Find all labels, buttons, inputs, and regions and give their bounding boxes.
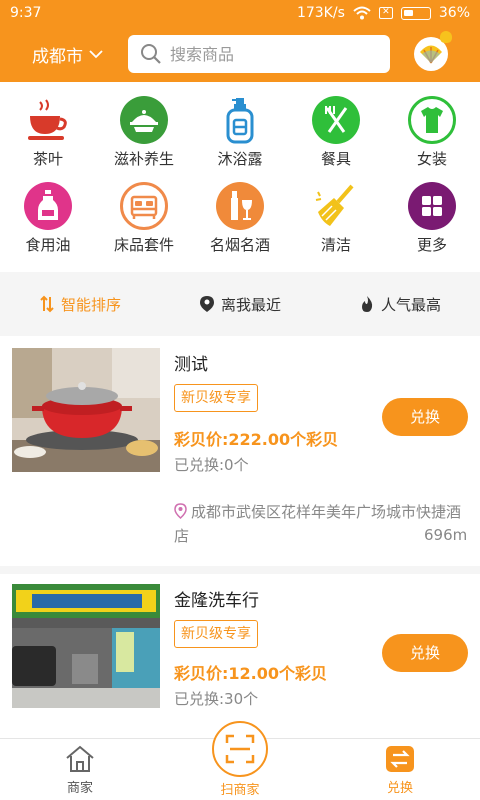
category-label: 清洁 [320,236,351,254]
category-more[interactable]: 更多 [384,182,480,255]
member-tag: 新贝级专享 [174,384,258,412]
sort-icon [40,295,54,313]
category-tobacco-liquor[interactable]: 名烟名酒 [192,182,288,255]
sort-popular[interactable]: 人气最高 [320,294,480,315]
item-title: 金隆洗车行 [174,591,259,611]
tab-label: 扫商家 [220,783,260,798]
chevron-down-icon [89,50,103,59]
home-icon [66,745,94,772]
coin-badge [440,31,452,43]
redeem-button[interactable]: 兑换 [382,634,468,672]
category-cooking-oil[interactable]: 食用油 [0,182,96,255]
pot-icon [120,96,168,144]
member-tag: 新贝级专享 [174,620,258,648]
category-label: 滋补养生 [113,150,174,168]
redeem-button[interactable]: 兑换 [382,398,468,436]
search-box[interactable] [128,35,390,73]
flame-icon [361,296,373,312]
search-icon [141,44,161,64]
status-icons: 173K/s ✕ 36% [297,5,470,21]
oil-bottle-icon [24,182,72,230]
redeemed-count: 已兑换:30个 [174,690,259,708]
status-bar: 9:37 173K/s ✕ 36% [0,0,480,26]
tab-merchants[interactable]: 商家 [30,745,130,796]
category-label: 茶叶 [32,150,63,168]
bed-icon [120,182,168,230]
redeemed-count: 已兑换:0个 [174,456,249,474]
location-icon [199,296,214,312]
item-title: 测试 [174,355,208,375]
exchange-icon [386,746,414,772]
scan-button[interactable] [212,721,268,777]
wine-icon [216,182,264,230]
sort-bar: 智能排序 离我最近 人气最高 [0,272,480,336]
search-input[interactable] [170,44,360,64]
scan-icon [225,734,255,764]
category-grid: 茶叶 滋补养生 沐浴露 餐具 女装 食用油 床品套件 名烟名酒 清洁 更多 [0,92,480,264]
sort-label: 智能排序 [60,295,121,314]
soap-bottle-icon [216,96,264,144]
item-price: 彩贝价:12.00个彩贝 [174,664,328,683]
utensils-icon [312,96,360,144]
divider [0,566,480,574]
tab-scan-merchant[interactable]: 扫商家 [190,779,290,798]
status-time: 9:37 [10,5,42,21]
teacup-icon [24,96,72,144]
category-womens-wear[interactable]: 女装 [384,96,480,169]
shirt-icon [408,96,456,144]
battery-level: 36% [438,5,470,21]
category-label: 食用油 [25,236,71,254]
category-label: 名烟名酒 [209,236,270,254]
category-label: 沐浴露 [217,150,263,168]
address-text: 成都市武侯区花样年美年广场城市快捷酒店 [174,503,462,545]
city-selector[interactable]: 成都市 [10,42,128,67]
shell-icon [420,45,442,64]
category-label: 餐具 [320,150,351,168]
sort-label: 人气最高 [380,295,441,314]
category-shower-gel[interactable]: 沐浴露 [192,96,288,169]
battery-icon [400,6,431,20]
user-avatar[interactable] [414,31,452,71]
sort-nearest[interactable]: 离我最近 [160,294,320,315]
sim-icon: ✕ [378,7,393,19]
item-price: 彩贝价:222.00个彩贝 [174,430,339,449]
tab-redeem[interactable]: 兑换 [350,745,450,796]
product-image [12,584,160,708]
category-cleaning[interactable]: 清洁 [288,182,384,255]
list-item[interactable]: 金隆洗车行 新贝级专享 彩贝价:12.00个彩贝 已兑换:30个 兑换 [0,574,480,738]
top-header: 成都市 [0,26,480,82]
tab-label: 商家 [66,781,93,796]
grid-icon [408,182,456,230]
sort-label: 离我最近 [220,295,281,314]
category-label: 更多 [416,236,447,254]
category-label: 女装 [416,150,447,168]
category-tea[interactable]: 茶叶 [0,96,96,169]
product-image [12,348,160,472]
category-tonic[interactable]: 滋补养生 [96,96,192,169]
bottom-tab-bar: 商家 扫商家 兑换 [0,721,480,800]
broom-icon [312,182,360,230]
tab-label: 兑换 [386,781,413,796]
wifi-icon [353,6,371,20]
category-label: 床品套件 [113,236,174,254]
location-pin-icon [174,503,187,519]
category-tableware[interactable]: 餐具 [288,96,384,169]
network-speed: 173K/s [296,5,345,21]
city-label: 成都市 [32,46,83,67]
sort-smart[interactable]: 智能排序 [0,294,160,315]
item-distance: 696m [424,526,468,544]
category-bedding[interactable]: 床品套件 [96,182,192,255]
